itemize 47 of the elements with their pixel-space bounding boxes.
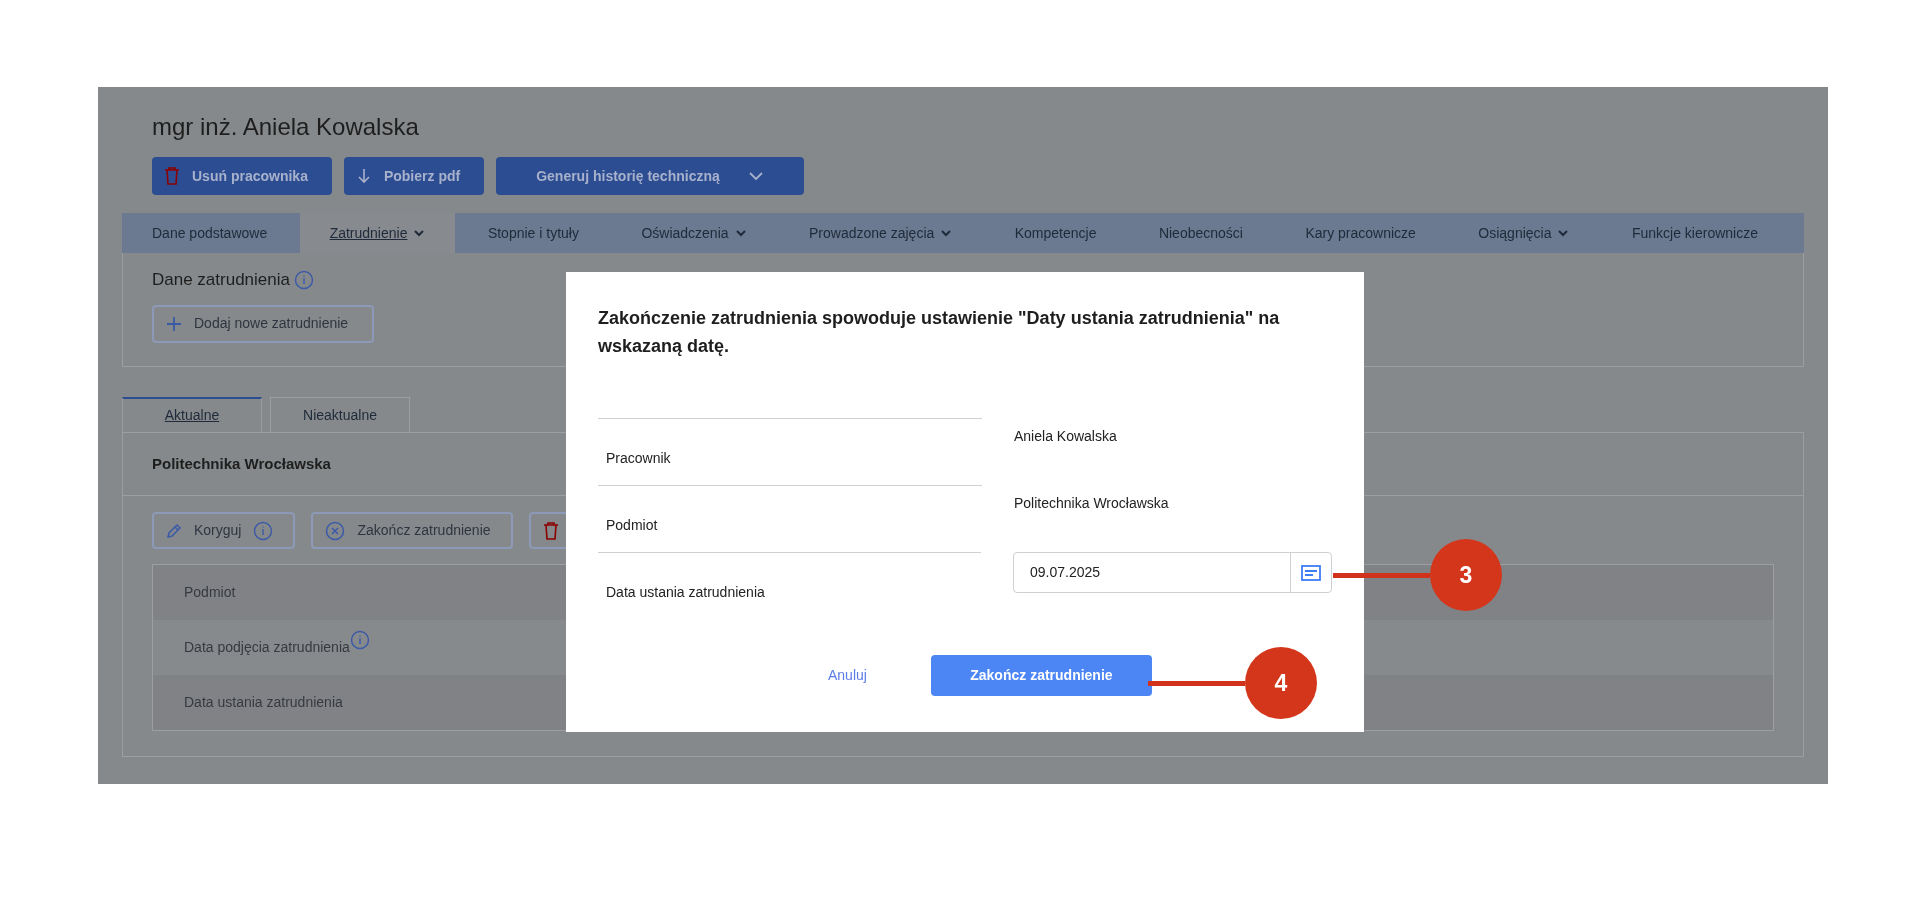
info-icon[interactable] — [349, 629, 370, 650]
nav-tab[interactable]: Nieobecności — [1128, 213, 1273, 253]
add-button[interactable]: Dodaj nowe zatrudnienie — [152, 304, 375, 343]
chevron-down-icon — [734, 227, 747, 239]
page-title: mgr inż. Aniela Kowalska — [152, 112, 420, 142]
confirm-button[interactable]: Zakończ zatrudnienie — [930, 655, 1152, 696]
close-circle-icon — [325, 520, 346, 541]
info-icon[interactable] — [253, 520, 274, 541]
field-value: Aniela Kowalska — [1014, 427, 1117, 446]
table-cell-text: Podmiot — [184, 583, 236, 602]
download-arrow-icon — [355, 168, 372, 184]
field-label: Pracownik — [606, 448, 671, 468]
plus-icon — [166, 315, 182, 332]
calendar-icon[interactable] — [1301, 564, 1321, 581]
nav-tab[interactable]: Osiągnięcia — [1448, 213, 1600, 253]
info-icon[interactable] — [294, 269, 314, 290]
status-tab[interactable]: Nieaktualne — [270, 397, 410, 432]
field-label: Podmiot — [606, 515, 658, 535]
delete-button[interactable]: Usuń pracownika — [152, 157, 332, 195]
edit-button[interactable]: Koryguj — [152, 512, 296, 549]
table-cell-text: Data podjęcia zatrudnienia — [184, 638, 350, 657]
cancel-link[interactable]: Anuluj — [812, 665, 883, 686]
status-tab[interactable]: Aktualne — [122, 397, 262, 432]
trash-icon — [164, 167, 180, 185]
table-cell-text: Data ustania zatrudnienia — [184, 693, 343, 712]
field-value: Politechnika Wrocławska — [1014, 494, 1169, 513]
nav-tab[interactable]: Dane podstawowe — [122, 213, 298, 253]
field-label: Data ustania zatrudnienia — [606, 582, 765, 602]
dialog-message: Zakończenie zatrudnienia spowoduje ustawienie "Daty ustania zatrudnienia" na wskazaną datę. — [598, 307, 1281, 358]
nav-tab[interactable]: Oświadczenia — [611, 213, 777, 253]
end-button[interactable]: Zakończ zatrudnienie — [311, 512, 513, 549]
trash-icon — [542, 521, 559, 540]
date-field[interactable]: 09.07.2025 — [1013, 552, 1332, 593]
download-button[interactable]: Pobierz pdf — [343, 157, 485, 195]
section-title: Dane zatrudnienia — [152, 269, 290, 291]
chevron-down-icon — [1557, 227, 1570, 239]
nav-tab[interactable]: Kompetencje — [984, 213, 1127, 253]
chevron-down-icon — [413, 227, 426, 239]
pencil-icon — [166, 522, 182, 539]
nav-tab[interactable]: Funkcje kierownicze — [1601, 213, 1788, 253]
nav-tab[interactable]: Zatrudnienie — [299, 213, 456, 253]
card-title: Politechnika Wrocławska — [152, 453, 331, 474]
nav-tab[interactable]: Kary pracownicze — [1275, 213, 1446, 253]
nav-tab[interactable]: Prowadzone zajęcia — [779, 213, 983, 253]
chevron-down-icon — [940, 227, 953, 239]
dropdown-button[interactable]: Generuj historię techniczną — [496, 157, 804, 195]
nav-tab[interactable]: Stopnie i tytuły — [457, 213, 609, 253]
